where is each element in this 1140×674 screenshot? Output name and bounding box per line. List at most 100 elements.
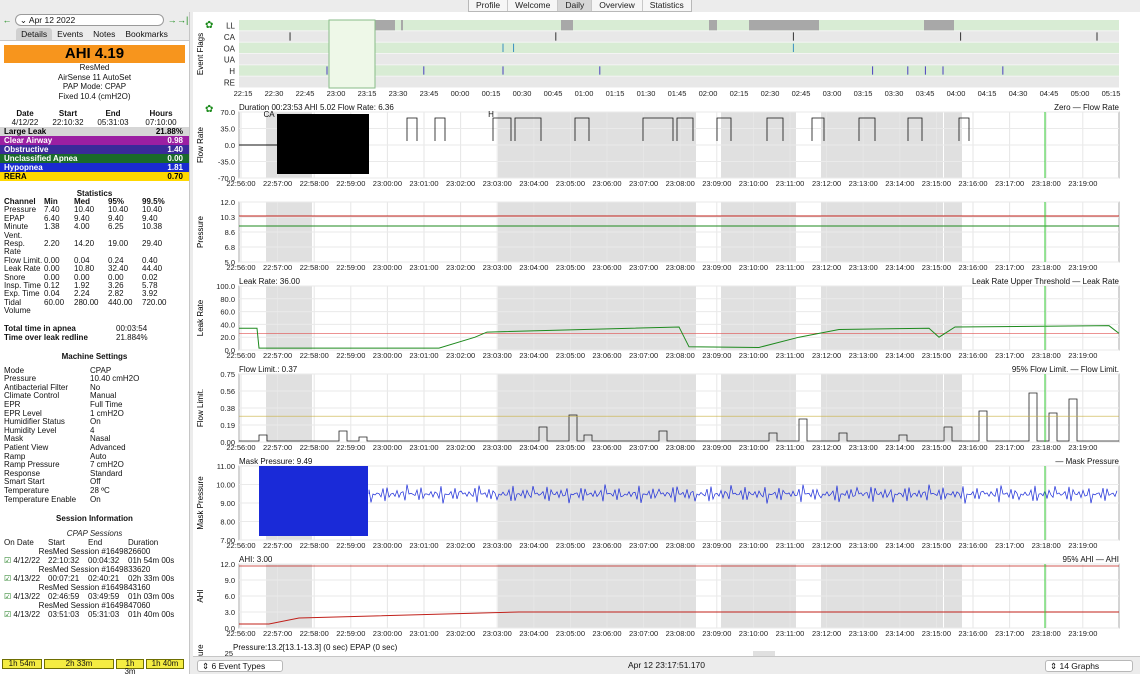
y-tick: 9.00 (220, 499, 235, 508)
session-button[interactable]: 1h 3m (116, 659, 144, 674)
time-tick: 23:17:00 (995, 179, 1024, 188)
stat-cell: 14.20 (74, 239, 95, 249)
time-tick: 23:13:00 (849, 443, 878, 452)
time-tick: 23:10:00 (739, 179, 768, 188)
daily-graphs[interactable]: LLCAOAUAHREEvent Flags✿22:15 22:30 22:45 23… (193, 12, 1140, 656)
session-list-header: On Date Start End Duration (0, 538, 189, 547)
event-row[interactable]: Clear Airway 0.98 (0, 136, 189, 145)
session-buttons: 1h 54m 2h 33m 1h 3m 1h 40m (2, 659, 184, 674)
unoccupied-shade (944, 286, 962, 350)
checkbox-icon[interactable]: ☑ (4, 610, 11, 619)
chevron-down-icon: ⌄ (19, 15, 27, 25)
session-row[interactable]: ResMed Session #1649833620 ☑ 4/13/22 00:07… (0, 565, 189, 583)
tab-daily[interactable]: Daily (558, 0, 593, 11)
y-tick: -70.0 (218, 174, 235, 183)
time-tick: 22:57:00 (263, 541, 292, 550)
time-tick: 23:19:00 (1068, 541, 1097, 550)
session-row[interactable]: ResMed Session #1649826600 ☑ 4/12/22 22:10… (0, 547, 189, 565)
time-tick: 23:07:00 (629, 263, 658, 272)
date-picker[interactable]: ⌄ Apr 12 2022 (14, 14, 165, 26)
time-tick: 23:02:00 (446, 263, 475, 272)
time-tick: 23:16:00 (958, 629, 987, 638)
date-value: Apr 12 2022 (28, 15, 76, 25)
session-date-text: 4/13/22 (13, 574, 41, 584)
checkbox-icon[interactable]: ☑ (4, 574, 11, 583)
event-row[interactable]: Unclassified Apnea 0.00 (0, 154, 189, 163)
tab-welcome[interactable]: Welcome (508, 0, 559, 11)
session-button[interactable]: 1h 40m (146, 659, 184, 669)
y-tick: 0.0 (225, 141, 235, 150)
unoccupied-shade (821, 286, 943, 350)
event-row[interactable]: RERA 0.70 (0, 172, 189, 181)
time-tick: 23:04:00 (519, 263, 548, 272)
pap-mode: PAP Mode: CPAP (62, 82, 127, 91)
time-tick: 23:00:00 (373, 443, 402, 452)
session-button[interactable]: 1h 54m (2, 659, 42, 669)
y-tick: 3.0 (225, 608, 235, 617)
event-marker-ca: CA (263, 110, 275, 119)
event-types-dropdown[interactable]: ⇕ 6 Event Types (197, 660, 283, 672)
tab-bookmarks[interactable]: Bookmarks (120, 28, 173, 40)
session-row[interactable]: ResMed Session #1649843160 ☑ 4/13/22 02:46… (0, 583, 189, 601)
session-date: ☑ 4/13/22 (4, 574, 48, 583)
time-tick: 23:17:00 (995, 629, 1024, 638)
overview-time-tick: 04:00 (947, 89, 966, 98)
next-day-icon[interactable]: → (167, 15, 177, 25)
time-tick: 23:04:00 (519, 541, 548, 550)
ylabel-leak: Leak Rate (196, 299, 205, 336)
y-tick: 60.0 (220, 308, 235, 317)
session-date-text: 4/12/22 (13, 556, 41, 566)
time-tick: 23:14:00 (885, 443, 914, 452)
pressure-setting: Fixed 10.4 (cmH2O) (58, 91, 131, 101)
pin-icon[interactable]: ✿ (205, 104, 213, 115)
tab-overview[interactable]: Overview (592, 0, 643, 11)
summary-start: 22:10:32 (52, 118, 84, 127)
checkbox-icon[interactable]: ☑ (4, 592, 11, 601)
flag-label-oa: OA (223, 44, 235, 53)
event-row[interactable]: Hypopnea 1.81 (0, 163, 189, 172)
session-start: 22:10:32 (48, 556, 80, 566)
session-start: 02:46:59 (48, 592, 80, 602)
overview-time-tick: 00:30 (513, 89, 532, 98)
session-start: 00:07:21 (48, 574, 80, 584)
tab-profile[interactable]: Profile (469, 0, 509, 11)
graphs-dropdown[interactable]: ⇕ 14 Graphs (1045, 660, 1133, 672)
prev-day-icon[interactable]: ← (2, 15, 12, 25)
time-tick: 23:06:00 (592, 443, 621, 452)
session-end: 00:04:32 (88, 556, 120, 566)
time-tick: 23:01:00 (409, 179, 438, 188)
flag-label-ll: LL (226, 22, 235, 31)
checkbox-icon[interactable]: ☑ (4, 556, 11, 565)
session-row[interactable]: ResMed Session #1649847060 ☑ 4/13/22 03:51… (0, 601, 189, 619)
time-tick: 23:14:00 (885, 351, 914, 360)
time-tick: 23:12:00 (812, 541, 841, 550)
event-name: RERA (4, 172, 27, 181)
tab-statistics[interactable]: Statistics (643, 0, 691, 11)
event-row[interactable]: Obstructive 1.40 (0, 145, 189, 154)
cpap-sessions-label: CPAP Sessions (66, 529, 123, 539)
y-tick: 10.3 (220, 213, 235, 222)
overview-time-tick: 00:00 (451, 89, 470, 98)
summary-date: 4/12/22 (11, 118, 39, 127)
session-summary: Date Start End Hours 4/12/22 22:10:32 05… (0, 109, 189, 127)
time-tick: 23:10:00 (739, 541, 768, 550)
header-pres2: Pressure:13.2[13.1-13.3] (0 sec) EPAP (0… (233, 643, 398, 652)
machine-model: AirSense 11 AutoSet (57, 72, 132, 82)
time-tick: 23:18:00 (1032, 541, 1061, 550)
tab-details[interactable]: Details (16, 28, 53, 40)
y-tick: 10.00 (216, 481, 235, 490)
flags-ylabel: Event Flags (196, 33, 205, 75)
machine-settings-list: Mode CPAP Pressure 10.40 cmH2O Antibacterial… (0, 366, 189, 505)
ylabel-pressure: Pressure (196, 215, 205, 248)
header-leak: Leak Rate: 36.00 (239, 277, 300, 286)
session-button[interactable]: 2h 33m (44, 659, 114, 669)
time-tick: 23:15:00 (922, 629, 951, 638)
event-row[interactable]: Large Leak 21.88% (0, 127, 189, 136)
app-window: Profile Welcome Daily Overview Statistic… (0, 0, 1140, 674)
pin-icon[interactable]: ✿ (205, 20, 213, 31)
last-day-icon[interactable]: →| (177, 15, 188, 25)
tab-notes[interactable]: Notes (88, 28, 120, 40)
time-tick: 23:16:00 (958, 541, 987, 550)
tab-events[interactable]: Events (52, 28, 88, 40)
y-tick: 12.0 (220, 198, 235, 207)
